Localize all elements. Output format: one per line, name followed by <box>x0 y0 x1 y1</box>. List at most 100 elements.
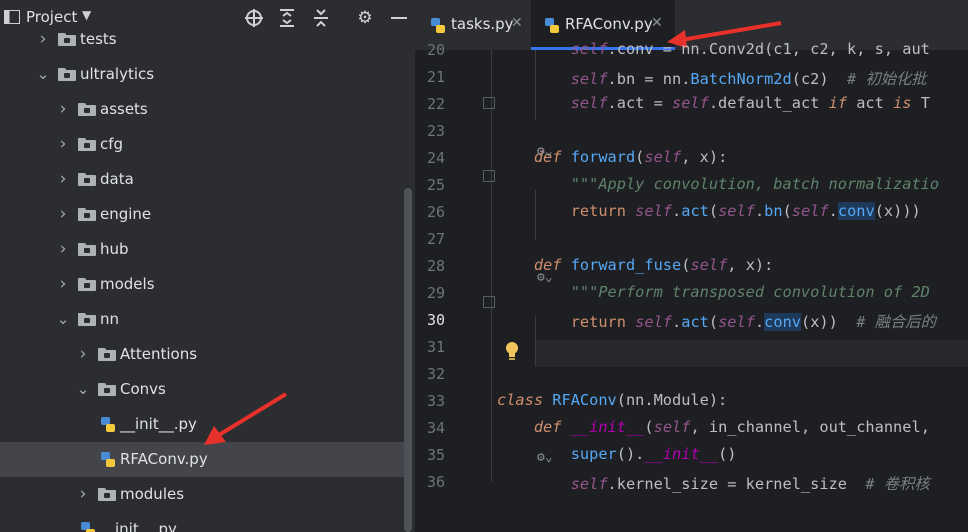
tree-file-item[interactable]: __init__.py <box>0 512 405 532</box>
code-token: """Apply convolution, batch normalizatio <box>570 175 940 193</box>
fold-marker-icon[interactable] <box>483 97 495 109</box>
tree-folder-item[interactable]: › assets <box>0 92 405 127</box>
code-token: class <box>497 391 544 409</box>
tree-folder-item[interactable]: › engine <box>0 197 405 232</box>
code-token: (x))) <box>874 202 921 220</box>
chevron-down-icon[interactable]: ⌄ <box>76 372 90 407</box>
code-token: conv <box>764 313 801 331</box>
code-token: .act = <box>607 94 672 112</box>
annotation-arrow <box>204 392 288 445</box>
tree-item-label: nn <box>100 310 120 328</box>
tree-folder-item[interactable]: ⌄ nn <box>0 302 405 337</box>
project-tree: › tests ⌄ ultralytics › assets › cfg › data › engin… <box>0 29 415 532</box>
code-token: ( <box>635 148 645 166</box>
folder-icon <box>98 488 116 501</box>
line-number: 23 <box>426 122 445 140</box>
code-token: self <box>672 94 709 112</box>
tree-folder-item[interactable]: › Attentions <box>0 337 405 372</box>
code-line: self.act = self.default_act if act is T <box>497 94 930 112</box>
code-token: __init__ <box>570 418 645 436</box>
chevron-down-icon[interactable]: ▼ <box>82 8 91 22</box>
tree-item-label: tests <box>80 30 117 48</box>
tree-item-label: __init__.py <box>120 415 197 433</box>
code-token: self <box>690 256 728 274</box>
inlay-hint-icon[interactable]: ⚙⌄ <box>537 450 553 465</box>
chevron-right-icon[interactable]: › <box>56 232 70 267</box>
python-file-icon <box>545 18 559 33</box>
code-token: """Perform transposed convolution of 2D <box>570 283 930 301</box>
tree-item-label: __init__.py <box>100 520 177 532</box>
inlay-hint-icon[interactable]: ⚙⌄ <box>537 270 553 285</box>
tree-folder-item[interactable]: › hub <box>0 232 405 267</box>
code-line: self.conv = nn.Conv2d(c1, c2, k, s, aut <box>497 40 930 58</box>
tree-folder-item[interactable]: ⌄ ultralytics <box>0 57 405 92</box>
chevron-right-icon[interactable]: › <box>56 267 70 302</box>
code-token: def <box>533 418 562 436</box>
code-token: (). <box>616 445 645 463</box>
code-token: forward_fuse <box>570 256 682 274</box>
code-token: ( <box>782 202 792 220</box>
code-token: . <box>754 313 765 331</box>
code-token: , x): <box>681 148 728 166</box>
code-token: self <box>791 202 829 220</box>
chevron-right-icon[interactable]: › <box>76 477 90 512</box>
chevron-down-icon[interactable]: ⌄ <box>56 302 70 337</box>
chevron-right-icon[interactable]: › <box>56 162 70 197</box>
tree-folder-item[interactable]: › cfg <box>0 127 405 162</box>
tree-folder-item[interactable]: › tests <box>0 22 405 57</box>
indent-guide <box>491 50 492 482</box>
code-token: self <box>570 94 608 112</box>
chevron-right-icon[interactable]: › <box>56 197 70 232</box>
code-token: () <box>718 445 737 463</box>
code-token: T <box>911 94 930 112</box>
code-token: . <box>828 202 838 220</box>
close-icon[interactable]: ✕ <box>511 15 523 31</box>
code-line: class RFAConv(nn.Module): <box>497 391 727 409</box>
line-number: 35 <box>426 446 445 464</box>
fold-marker-icon[interactable] <box>483 296 495 308</box>
code-line: super().__init__() <box>497 445 737 463</box>
folder-icon <box>58 33 76 46</box>
code-token: is <box>893 94 912 112</box>
code-token: super <box>570 445 617 463</box>
python-file-icon <box>101 452 115 467</box>
code-token: # 初始化批 <box>847 70 927 88</box>
tree-item-label: data <box>100 170 134 188</box>
lightbulb-icon[interactable] <box>504 341 520 361</box>
code-token: ( <box>708 313 719 331</box>
code-token: act <box>847 94 894 112</box>
tree-folder-item[interactable]: › data <box>0 162 405 197</box>
code-token: __init__ <box>644 445 719 463</box>
code-token: forward <box>570 148 636 166</box>
code-area[interactable]: 20 self.conv = nn.Conv2d(c1, c2, k, s, a… <box>415 40 968 532</box>
tree-item-label: engine <box>100 205 152 223</box>
code-token: self <box>718 202 755 220</box>
chevron-down-icon[interactable]: ⌄ <box>36 57 50 92</box>
close-icon[interactable]: ✕ <box>651 15 663 31</box>
chevron-right-icon[interactable]: › <box>76 337 90 372</box>
line-number: 29 <box>426 284 445 302</box>
line-number: 26 <box>426 203 445 221</box>
code-token: , in_channel, out_channel, <box>690 418 930 436</box>
line-number: 24 <box>426 149 445 167</box>
tree-folder-item[interactable]: › models <box>0 267 405 302</box>
tree-item-label: assets <box>100 100 148 118</box>
tree-item-label: RFAConv.py <box>120 450 208 468</box>
code-line: def __init__(self, in_channel, out_chann… <box>497 418 930 436</box>
fold-marker-icon[interactable] <box>483 170 495 182</box>
chevron-right-icon[interactable]: › <box>56 92 70 127</box>
chevron-right-icon[interactable]: › <box>56 127 70 162</box>
tree-item-label: hub <box>100 240 129 258</box>
chevron-right-icon[interactable]: › <box>36 22 50 57</box>
tree-folder-item[interactable]: › modules <box>0 477 405 512</box>
inlay-hint-icon[interactable]: ⚙⌄ <box>537 144 553 159</box>
folder-icon <box>98 348 116 361</box>
project-scrollbar[interactable] <box>404 188 412 532</box>
code-token: conv <box>837 202 875 220</box>
